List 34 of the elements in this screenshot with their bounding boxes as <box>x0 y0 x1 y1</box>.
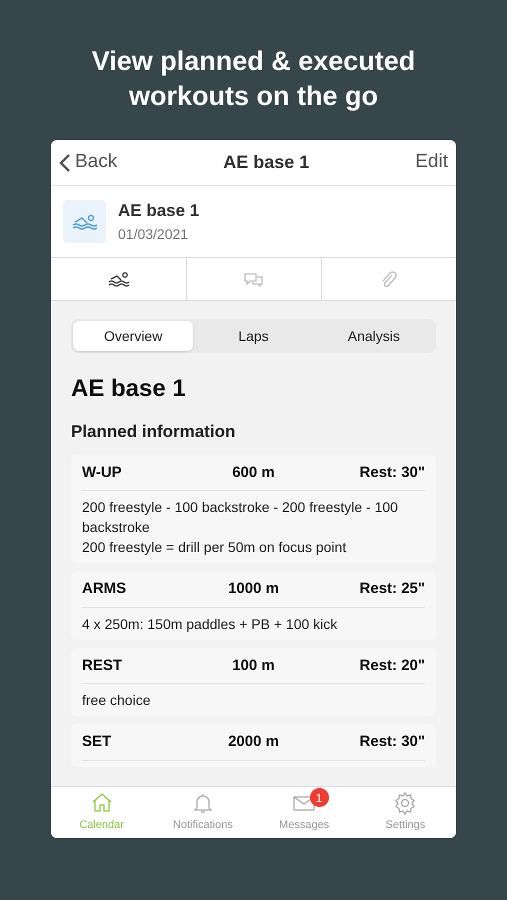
chevron-left-icon <box>59 152 71 172</box>
segment-tab[interactable]: Overview <box>73 321 194 351</box>
interval-name: W-UP <box>82 462 123 482</box>
interval-name: REST <box>82 656 124 676</box>
screen-title: AE base 1 <box>223 151 310 174</box>
chat-bubbles-icon <box>243 271 265 287</box>
tab-bar-item[interactable]: Messages 1 <box>254 787 355 838</box>
interval-name: ARMS <box>82 579 128 599</box>
segment-tab[interactable]: Analysis <box>314 321 434 351</box>
interval-description: 200 freestyle = drill per 50m on focus point <box>82 538 348 557</box>
interval-description: 4 x 250m: 150m paddles + PB + 100 kick <box>82 614 338 634</box>
edit-button[interactable]: Edit <box>415 148 448 177</box>
section-title: Planned information <box>71 421 236 443</box>
interval-name: SET <box>82 732 112 752</box>
workout-date: 01/03/2021 <box>118 224 190 244</box>
swim-icon <box>108 271 130 287</box>
interval-description: free choice <box>82 691 152 710</box>
interval-rest: Rest: 25" <box>358 579 425 599</box>
segment-tab[interactable]: Laps <box>193 321 314 351</box>
workout-name: AE base 1 <box>118 200 200 222</box>
interval-description: 200 freestyle - 100 backstroke - 200 freestyle - 100 backstroke <box>82 498 399 537</box>
interval-distance: 1000 m <box>227 579 280 599</box>
interval-rest: Rest: 30" <box>358 732 425 752</box>
gear-icon <box>393 791 418 816</box>
unread-count-badge: 1 <box>310 788 328 807</box>
interval-distance: 600 m <box>231 462 276 482</box>
interval-rest: Rest: 20" <box>358 656 425 676</box>
interval-distance: 2000 m <box>227 732 280 752</box>
interval-rest: Rest: 30" <box>358 462 425 482</box>
interval-distance: 100 m <box>231 656 276 676</box>
headline: View planned & executed workouts on the go <box>90 45 416 113</box>
back-button[interactable]: Back <box>59 148 118 177</box>
workout-heading: AE base 1 <box>71 374 187 404</box>
swim-icon <box>63 200 106 243</box>
